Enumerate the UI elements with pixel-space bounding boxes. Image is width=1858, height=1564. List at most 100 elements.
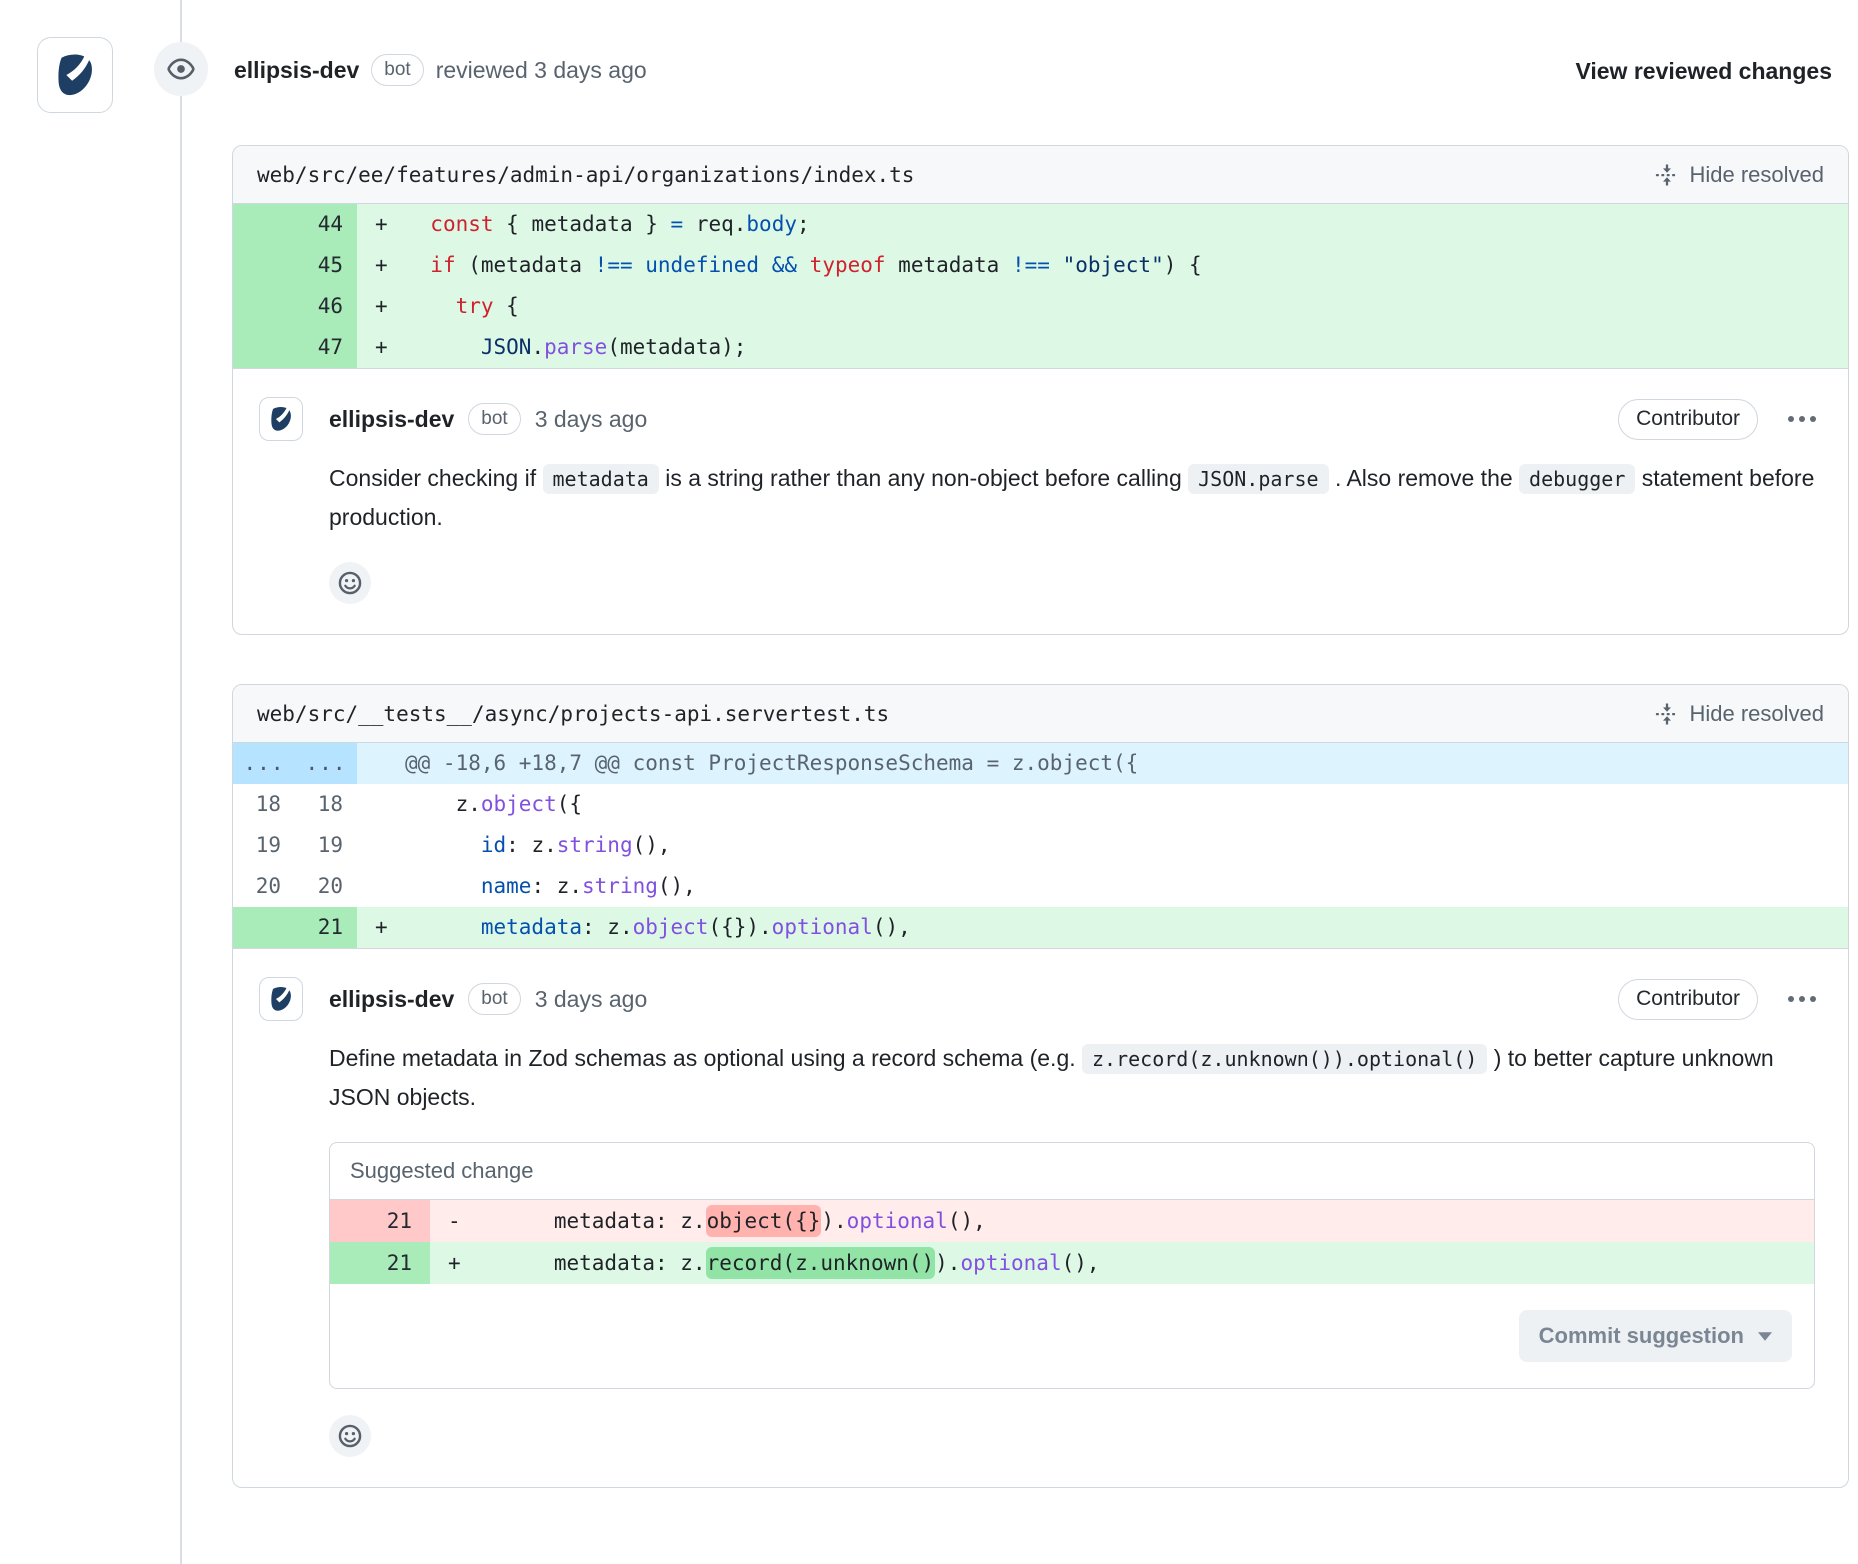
inline-code: debugger: [1519, 464, 1635, 494]
bot-badge: bot: [468, 403, 520, 435]
diff-sign: [357, 825, 405, 866]
reviewer-name[interactable]: ellipsis-dev: [234, 57, 359, 84]
commit-suggestion-label: Commit suggestion: [1539, 1323, 1744, 1349]
hide-resolved-button[interactable]: Hide resolved: [1655, 701, 1824, 727]
kebab-menu-button[interactable]: [1786, 410, 1818, 428]
line-number-old: 21: [330, 1200, 430, 1242]
comment-avatar[interactable]: [259, 977, 303, 1021]
diff-sign: -: [430, 1200, 478, 1242]
eye-icon: [167, 55, 195, 83]
line-number-new: 46: [295, 286, 357, 327]
diff-block: ...... @@ -18,6 +18,7 @@ const ProjectRes…: [233, 743, 1848, 949]
comment-timestamp[interactable]: 3 days ago: [535, 986, 648, 1013]
add-reaction-button[interactable]: [329, 1415, 371, 1457]
diff-sign: +: [357, 204, 405, 245]
diff-code: JSON.parse(metadata);: [405, 327, 1848, 368]
comment-author[interactable]: ellipsis-dev: [329, 986, 454, 1013]
line-number-old: [233, 907, 295, 948]
comment-body: Consider checking if metadata is a strin…: [329, 459, 1818, 536]
line-number-new: 21: [295, 907, 357, 948]
file-path-link[interactable]: web/src/__tests__/async/projects-api.ser…: [257, 702, 889, 726]
diff-sign: +: [357, 907, 405, 948]
line-number-old: [233, 286, 295, 327]
line-number-new: 45: [295, 245, 357, 286]
diff-row-add: 21+ metadata: z.object({}).optional(),: [233, 907, 1848, 948]
suggested-change-title: Suggested change: [330, 1143, 1814, 1200]
line-number-old: 20: [233, 866, 295, 907]
diff-sign: [357, 784, 405, 825]
line-number-old: 21: [330, 1242, 430, 1284]
commit-suggestion-button[interactable]: Commit suggestion: [1519, 1310, 1792, 1362]
smiley-icon: [337, 1423, 363, 1449]
diff-row-ctx: 1818 z.object({: [233, 784, 1848, 825]
bot-badge: bot: [371, 54, 423, 86]
diff-code: name: z.string(),: [405, 866, 1848, 907]
diff-row-add: 21+ metadata: z.record(z.unknown()).opti…: [330, 1242, 1814, 1284]
line-number-old: [233, 245, 295, 286]
line-number-old: ...: [233, 743, 295, 784]
fold-icon: [1655, 702, 1679, 726]
ellipsis-logo-icon: [267, 985, 295, 1013]
inline-code: z.record(z.unknown()).optional(): [1082, 1044, 1487, 1074]
line-number-new: 18: [295, 784, 357, 825]
diff-code: const { metadata } = req.body;: [405, 204, 1848, 245]
line-number-new: 47: [295, 327, 357, 368]
diff-code: metadata: z.object({}).optional(),: [478, 1200, 1814, 1242]
fold-icon: [1655, 163, 1679, 187]
diff-row-add: 44+ const { metadata } = req.body;: [233, 204, 1848, 245]
hide-resolved-button[interactable]: Hide resolved: [1655, 162, 1824, 188]
hide-resolved-label: Hide resolved: [1689, 701, 1824, 727]
diff-row-ctx: 2020 name: z.string(),: [233, 866, 1848, 907]
comment-header: ellipsis-dev bot 3 days ago Contributor: [259, 397, 1818, 441]
line-number-old: 18: [233, 784, 295, 825]
diff-block: 44+ const { metadata } = req.body;45+ if…: [233, 204, 1848, 369]
review-action-text: reviewed 3 days ago: [436, 57, 647, 84]
view-reviewed-changes-link[interactable]: View reviewed changes: [1575, 58, 1832, 85]
diff-code: @@ -18,6 +18,7 @@ const ProjectResponseS…: [405, 743, 1848, 784]
inline-code: metadata: [543, 464, 659, 494]
file-path-link[interactable]: web/src/ee/features/admin-api/organizati…: [257, 163, 914, 187]
file-header: web/src/__tests__/async/projects-api.ser…: [233, 685, 1848, 743]
diff-sign: [357, 866, 405, 907]
diff-row-ctx: 1919 id: z.string(),: [233, 825, 1848, 866]
diff-row-add: 46+ try {: [233, 286, 1848, 327]
file-header: web/src/ee/features/admin-api/organizati…: [233, 146, 1848, 204]
suggested-change-block: Suggested change 21- metadata: z.object(…: [329, 1142, 1815, 1389]
line-number-old: [233, 204, 295, 245]
line-number-new: 44: [295, 204, 357, 245]
line-number-new: 19: [295, 825, 357, 866]
comment-timestamp[interactable]: 3 days ago: [535, 406, 648, 433]
diff-sign: [357, 743, 405, 784]
reviewer-avatar[interactable]: [37, 37, 113, 113]
hide-resolved-label: Hide resolved: [1689, 162, 1824, 188]
diff-sign: +: [430, 1242, 478, 1284]
line-number-old: [233, 327, 295, 368]
diff-row-add: 45+ if (metadata !== undefined && typeof…: [233, 245, 1848, 286]
diff-row-add: 47+ JSON.parse(metadata);: [233, 327, 1848, 368]
diff-code: try {: [405, 286, 1848, 327]
review-event-header: ellipsis-dev bot reviewed 3 days ago: [234, 54, 647, 86]
kebab-menu-button[interactable]: [1786, 990, 1818, 1008]
bot-badge: bot: [468, 983, 520, 1015]
caret-down-icon: [1758, 1332, 1772, 1341]
comment-avatar[interactable]: [259, 397, 303, 441]
diff-sign: +: [357, 327, 405, 368]
diff-code: if (metadata !== undefined && typeof met…: [405, 245, 1848, 286]
line-number-new: 20: [295, 866, 357, 907]
contributor-badge: Contributor: [1618, 399, 1758, 440]
contributor-badge: Contributor: [1618, 979, 1758, 1020]
review-event-badge: [154, 42, 208, 96]
add-reaction-button[interactable]: [329, 562, 371, 604]
review-comment: ellipsis-dev bot 3 days ago Contributor …: [233, 949, 1848, 1487]
line-number-old: 19: [233, 825, 295, 866]
suggested-change-footer: Commit suggestion: [330, 1284, 1814, 1388]
ellipsis-logo-icon: [51, 51, 99, 99]
review-comment: ellipsis-dev bot 3 days ago Contributor …: [233, 369, 1848, 634]
line-number-new: ...: [295, 743, 357, 784]
suggested-change-diff: 21- metadata: z.object({}).optional(),21…: [330, 1200, 1814, 1284]
comment-author[interactable]: ellipsis-dev: [329, 406, 454, 433]
comment-body: Define metadata in Zod schemas as option…: [329, 1039, 1818, 1116]
comment-header: ellipsis-dev bot 3 days ago Contributor: [259, 977, 1818, 1021]
diff-sign: +: [357, 245, 405, 286]
review-thread-card: web/src/__tests__/async/projects-api.ser…: [232, 684, 1849, 1488]
